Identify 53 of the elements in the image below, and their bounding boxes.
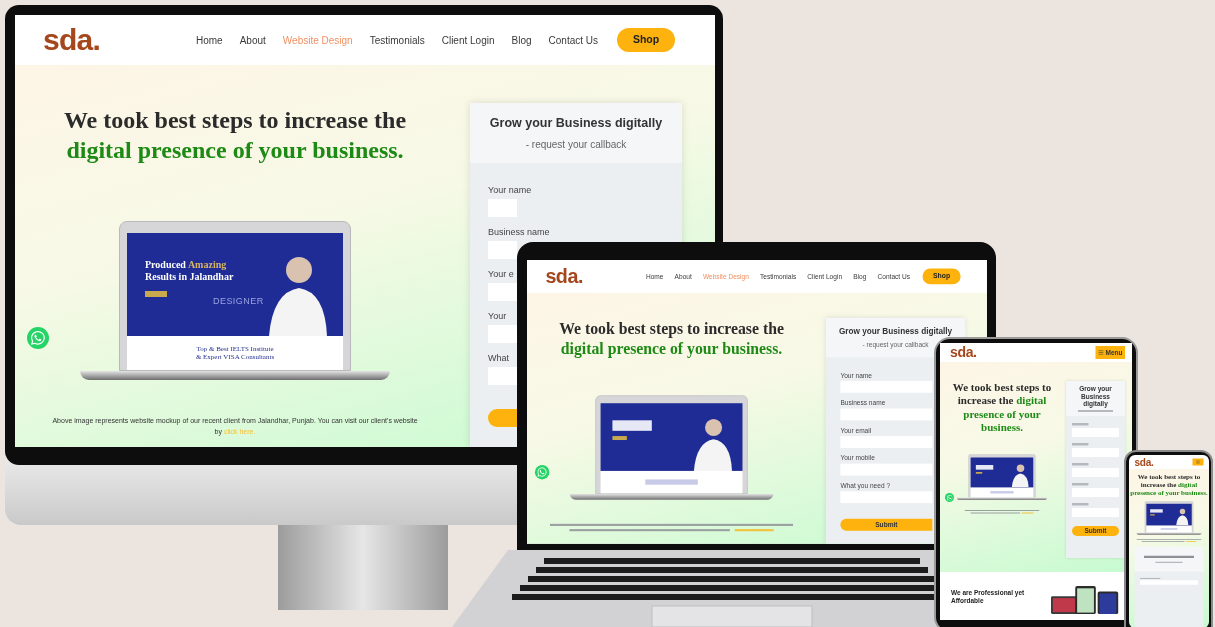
- field-label: Your name: [488, 185, 532, 196]
- form-title: Grow your Business digitally: [839, 325, 953, 338]
- laptop-base: [1136, 532, 1202, 535]
- site-logo[interactable]: sda.: [545, 266, 583, 287]
- chat-button[interactable]: [945, 493, 954, 502]
- menu-button[interactable]: [1192, 458, 1203, 465]
- hero-title-placeholder: [975, 465, 994, 470]
- input-field[interactable]: [840, 380, 933, 393]
- field-label: What: [488, 353, 509, 364]
- nav-link[interactable]: Home: [196, 32, 223, 48]
- input-field[interactable]: [840, 491, 933, 504]
- hero-headline: We took best steps to increase the digital presence of your business.: [63, 106, 407, 165]
- hero-title: Produced Amazing Results in Jalandhar: [145, 259, 235, 283]
- hero-headline: We took best steps to increase the digital presence of your business.: [559, 319, 784, 359]
- heading-placeholder: [645, 479, 698, 485]
- site-logo[interactable]: sda.: [950, 345, 977, 360]
- heading-placeholder: [990, 491, 1014, 494]
- devices-illustration: [1051, 585, 1121, 615]
- chat-button[interactable]: [27, 327, 49, 349]
- field-label: Business name: [488, 227, 550, 238]
- site-logo[interactable]: sda.: [43, 25, 101, 55]
- input-field[interactable]: [840, 408, 933, 421]
- chat-bubble-icon: [536, 467, 548, 478]
- form-fields-drawing: [1139, 577, 1198, 588]
- title-line-drawing: [1143, 555, 1194, 558]
- shop-button[interactable]: Shop: [617, 28, 675, 52]
- input-field[interactable]: [488, 241, 517, 259]
- watermark-text: DESIGNER: [213, 295, 264, 308]
- input-field[interactable]: [840, 463, 933, 476]
- subtitle-line-drawing: [1078, 410, 1113, 412]
- input-field[interactable]: [488, 325, 517, 343]
- nav-link[interactable]: Blog: [511, 32, 532, 48]
- input-field[interactable]: [488, 283, 517, 301]
- submit-button[interactable]: [488, 409, 517, 427]
- hero-title-placeholder: [1149, 508, 1163, 513]
- chat-bubble-icon: [946, 494, 953, 501]
- chat-bubble-icon: [30, 330, 46, 346]
- caption-lines-drawing: [1136, 538, 1201, 543]
- chat-button[interactable]: [534, 465, 550, 480]
- nav-link[interactable]: About: [239, 32, 266, 48]
- hero-headline: We took best steps to increase the digital presence of your business.: [951, 379, 1053, 434]
- hero-title-placeholder: [612, 420, 652, 431]
- nav-link[interactable]: Testimonials: [369, 32, 425, 48]
- field-label: Your: [488, 311, 507, 322]
- field-label: Your e: [488, 269, 514, 280]
- form-subtitle: - request your callback: [525, 138, 627, 153]
- input-field[interactable]: [488, 367, 517, 385]
- input-field[interactable]: [840, 436, 933, 448]
- nav-link[interactable]: Client Login: [441, 32, 495, 48]
- subtitle-line-drawing: [1154, 561, 1183, 563]
- site-logo[interactable]: sda.: [1134, 456, 1153, 467]
- form-title: Grow your Business digitally: [489, 114, 663, 132]
- nav-link[interactable]: Contact Us: [548, 32, 598, 48]
